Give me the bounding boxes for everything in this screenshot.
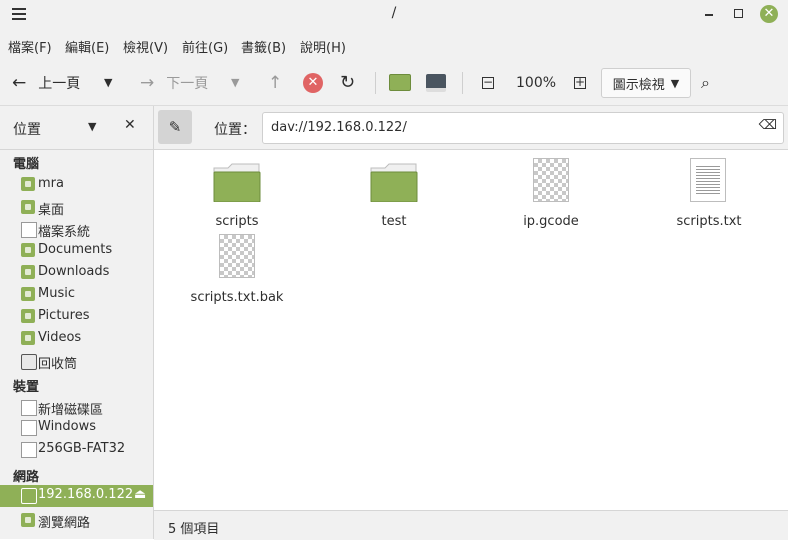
section-network: 網路 [13, 470, 40, 485]
title-bar: / ✕ [0, 0, 788, 30]
up-button[interactable]: ↑ [268, 60, 282, 105]
downloads-folder-icon [21, 265, 35, 279]
eject-icon[interactable]: ⏏ [134, 487, 146, 502]
network-folder-icon [21, 513, 35, 527]
pictures-folder-icon [21, 309, 35, 323]
file-view: scripts test ip.gcode scripts.txt script… [154, 150, 788, 510]
location-bar: ✎ 位置： dav://192.168.0.122/ ⌫ [154, 106, 788, 150]
arrow-up-icon: ↑ [268, 72, 283, 93]
sidebar: 位置 ▼ ✕ 電腦 mra 桌面 檔案系統 Documents Download… [0, 106, 154, 539]
arrow-right-icon: → [140, 72, 155, 93]
menu-bar: 檔案(F) 編輯(E) 檢視(V) 前往(G) 書籤(B) 說明(H) [0, 30, 788, 60]
reload-icon: ↻ [340, 72, 356, 93]
drive-icon [21, 222, 37, 238]
status-bar: 5 個項目 [154, 510, 788, 540]
folder-icon [213, 163, 261, 202]
sidebar-item-windows[interactable]: Windows [0, 417, 153, 439]
sidebar-item-browse-network[interactable]: 瀏覽網路 [0, 510, 153, 532]
sidebar-item-new-volume[interactable]: 新增磁碟區 [0, 397, 153, 419]
drive-icon [21, 420, 37, 436]
close-icon[interactable]: ✕ [760, 5, 778, 23]
search-button[interactable]: ⌕ [701, 60, 710, 105]
trash-icon [21, 354, 37, 370]
section-devices: 裝置 [13, 380, 40, 395]
arrow-left-icon: ← [12, 72, 27, 93]
unknown-file-icon [219, 234, 255, 278]
zoom-out-icon: − [482, 74, 494, 89]
stop-button[interactable]: ✕ [303, 60, 323, 105]
documents-folder-icon [21, 243, 35, 257]
zoom-in-icon: + [574, 74, 586, 89]
zoom-out-button[interactable]: − [482, 60, 494, 105]
sidebar-close-icon[interactable]: ✕ [124, 117, 136, 133]
sidebar-item-downloads[interactable]: Downloads [0, 262, 153, 284]
text-file-icon [690, 158, 726, 202]
sidebar-title: 位置 [13, 122, 41, 138]
sidebar-item-documents[interactable]: Documents [0, 240, 153, 262]
sidebar-item-home[interactable]: mra [0, 174, 153, 196]
sidebar-item-music[interactable]: Music [0, 284, 153, 306]
sidebar-header: 位置 ▼ ✕ [0, 106, 153, 150]
forward-history-dropdown[interactable]: ▼ [231, 60, 239, 105]
sidebar-item-server[interactable]: 192.168.0.122 ⏏ [0, 485, 153, 507]
home-button[interactable] [389, 60, 411, 105]
location-label: 位置： [214, 122, 256, 138]
sidebar-item-256gb[interactable]: 256GB-FAT32 [0, 439, 153, 461]
drive-icon [21, 442, 37, 458]
view-mode-select[interactable]: 圖示檢視 ▼ [601, 68, 691, 98]
sidebar-item-pictures[interactable]: Pictures [0, 306, 153, 328]
maximize-icon[interactable] [734, 9, 743, 18]
computer-icon [426, 73, 446, 92]
back-button[interactable]: ← 上一頁 [12, 60, 80, 105]
drive-icon [21, 400, 37, 416]
computer-button[interactable] [426, 60, 446, 105]
unknown-file-icon [533, 158, 569, 202]
triangle-down-icon: ▼ [104, 76, 113, 89]
triangle-down-icon: ▼ [231, 76, 240, 89]
home-folder-icon [389, 74, 411, 91]
minimize-icon[interactable] [705, 14, 713, 16]
menu-bookmarks[interactable]: 書籤(B) [241, 37, 286, 56]
network-folder-icon [21, 488, 37, 504]
music-folder-icon [21, 287, 35, 301]
sidebar-item-trash[interactable]: 回收筒 [0, 351, 153, 373]
menu-file[interactable]: 檔案(F) [8, 37, 52, 56]
menu-view[interactable]: 檢視(V) [123, 37, 168, 56]
reload-button[interactable]: ↻ [340, 60, 355, 105]
folder-icon [370, 163, 418, 202]
pencil-icon: ✎ [168, 118, 182, 136]
videos-folder-icon [21, 331, 35, 345]
sidebar-item-filesystem[interactable]: 檔案系統 [0, 219, 153, 241]
status-text: 5 個項目 [168, 522, 220, 537]
desktop-folder-icon [21, 200, 35, 214]
search-icon: ⌕ [701, 72, 710, 92]
section-computer: 電腦 [13, 157, 40, 172]
clear-text-icon[interactable]: ⌫ [759, 118, 777, 133]
menu-edit[interactable]: 編輯(E) [65, 37, 109, 56]
triangle-down-icon: ▼ [670, 76, 680, 90]
location-input[interactable]: dav://192.168.0.122/ ⌫ [262, 112, 784, 144]
back-history-dropdown[interactable]: ▼ [104, 60, 112, 105]
zoom-in-button[interactable]: + [574, 60, 586, 105]
zoom-level: 100% [516, 74, 557, 91]
menu-go[interactable]: 前往(G) [182, 37, 228, 56]
window-title: / [391, 5, 397, 21]
stop-icon: ✕ [303, 72, 323, 93]
sidebar-mode-dropdown[interactable]: ▼ [88, 120, 96, 133]
sidebar-item-videos[interactable]: Videos [0, 328, 153, 350]
edit-location-button[interactable]: ✎ [158, 110, 192, 144]
menu-help[interactable]: 說明(H) [300, 37, 346, 56]
forward-button[interactable]: → 下一頁 [140, 60, 208, 105]
sidebar-item-desktop[interactable]: 桌面 [0, 197, 153, 219]
home-folder-icon [21, 177, 35, 191]
